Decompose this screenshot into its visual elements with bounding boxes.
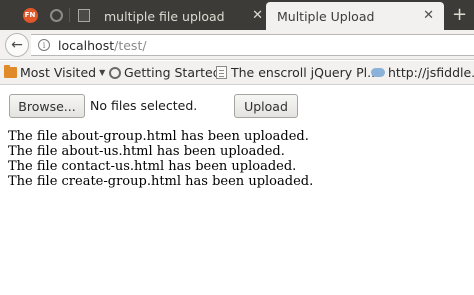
tab-title: multiple file upload <box>104 8 225 24</box>
document-icon <box>78 8 90 22</box>
page-icon <box>216 66 227 79</box>
tab-multiple-file-upload[interactable]: multiple file upload ✕ <box>96 2 273 30</box>
dropdown-arrow-icon: ▼ <box>99 68 106 77</box>
url-host: localhost <box>58 38 115 53</box>
new-tab-button[interactable]: + <box>452 5 467 25</box>
tab-strip: FN multiple file upload ✕ Multiple Uploa… <box>0 0 474 30</box>
url-bar[interactable]: i localhost/test/ <box>31 34 474 56</box>
bookmarks-toolbar: Most Visited ▼ Getting Started The enscr… <box>0 61 474 85</box>
bookmark-label: The enscroll jQuery Pl... <box>231 65 380 80</box>
browse-button[interactable]: Browse... <box>9 94 85 118</box>
pinned-tab-globe[interactable] <box>45 5 67 25</box>
close-icon[interactable]: ✕ <box>423 8 434 24</box>
arrow-left-icon: ← <box>11 37 23 53</box>
upload-message: The file create-group.html has been uplo… <box>8 174 314 189</box>
upload-message: The file contact-us.html has been upload… <box>8 159 297 174</box>
upload-message: The file about-us.html has been uploaded… <box>8 144 285 159</box>
info-icon[interactable]: i <box>38 39 50 51</box>
bookmark-getting-started[interactable]: Getting Started <box>109 65 221 80</box>
tab-separator <box>69 8 70 22</box>
close-icon[interactable]: ✕ <box>252 8 263 24</box>
url-path: /test/ <box>114 38 147 53</box>
bookmark-enscroll[interactable]: The enscroll jQuery Pl... <box>216 65 379 80</box>
page-content: Browse... No files selected. Upload The … <box>0 86 474 295</box>
navigation-bar: ← i localhost/test/ <box>0 30 474 60</box>
bookmark-most-visited[interactable]: Most Visited ▼ <box>4 65 105 80</box>
back-button[interactable]: ← <box>5 33 29 57</box>
folder-icon <box>4 65 17 78</box>
fn-favicon-icon: FN <box>22 7 38 23</box>
globe-icon <box>109 66 121 79</box>
bookmark-jsfiddle[interactable]: http://jsfiddle.n... <box>371 65 474 80</box>
tab-multiple-upload[interactable]: Multiple Upload ✕ <box>266 2 444 30</box>
pinned-tab-document[interactable] <box>73 5 95 25</box>
bookmark-label: http://jsfiddle.n... <box>388 65 474 80</box>
upload-message: The file about-group.html has been uploa… <box>8 129 309 144</box>
upload-messages: The file about-group.html has been uploa… <box>8 129 313 189</box>
pinned-tab-fn[interactable]: FN <box>19 5 41 25</box>
url-text[interactable]: localhost/test/ <box>58 38 147 53</box>
cloud-icon <box>371 68 385 77</box>
tab-title: Multiple Upload <box>277 8 375 24</box>
bookmark-label: Most Visited <box>20 65 97 80</box>
globe-icon <box>49 8 63 22</box>
bookmark-label: Getting Started <box>124 65 221 80</box>
file-status-text: No files selected. <box>90 98 198 113</box>
upload-button[interactable]: Upload <box>234 94 298 118</box>
